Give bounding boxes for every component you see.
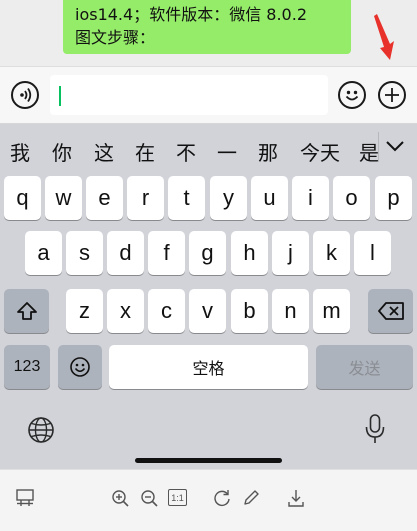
actual-size-button[interactable]: 1:1 bbox=[168, 489, 187, 506]
key-j[interactable]: j bbox=[272, 231, 309, 275]
shift-key[interactable] bbox=[4, 289, 49, 333]
text-cursor bbox=[59, 86, 61, 106]
candidate-word[interactable]: 我 bbox=[10, 137, 30, 166]
key-z[interactable]: z bbox=[66, 289, 103, 333]
edit-icon[interactable] bbox=[241, 488, 261, 508]
candidate-word[interactable]: 在 bbox=[135, 137, 155, 166]
emoji-icon bbox=[70, 357, 90, 377]
shift-icon bbox=[16, 302, 37, 320]
message-bubble[interactable]: ios14.4；软件版本：微信 8.0.2 图文步骤： bbox=[63, 0, 351, 54]
key-t[interactable]: t bbox=[168, 176, 205, 220]
candidate-bar: 我 你 这 在 不 一 那 今天 是 bbox=[0, 124, 417, 168]
key-c[interactable]: c bbox=[148, 289, 185, 333]
key-e[interactable]: e bbox=[86, 176, 123, 220]
message-line-2: 图文步骤： bbox=[75, 28, 156, 47]
download-icon[interactable] bbox=[286, 488, 306, 508]
key-i[interactable]: i bbox=[292, 176, 329, 220]
key-g[interactable]: g bbox=[189, 231, 226, 275]
key-w[interactable]: w bbox=[45, 176, 82, 220]
numbers-key[interactable]: 123 bbox=[4, 345, 50, 389]
key-q[interactable]: q bbox=[4, 176, 41, 220]
chevron-down-icon bbox=[386, 141, 404, 152]
microphone-icon[interactable] bbox=[364, 413, 386, 445]
key-d[interactable]: d bbox=[107, 231, 144, 275]
layout-icon[interactable] bbox=[15, 488, 35, 508]
globe-icon[interactable] bbox=[27, 416, 55, 444]
space-key[interactable]: 空格 bbox=[109, 345, 308, 389]
key-h[interactable]: h bbox=[231, 231, 268, 275]
emoji-icon bbox=[345, 90, 359, 101]
key-a[interactable]: a bbox=[25, 231, 62, 275]
backspace-icon bbox=[377, 302, 404, 320]
key-r[interactable]: r bbox=[127, 176, 164, 220]
candidate-word[interactable]: 这 bbox=[94, 137, 114, 166]
key-x[interactable]: x bbox=[107, 289, 144, 333]
message-input[interactable] bbox=[50, 75, 328, 115]
home-indicator bbox=[135, 458, 282, 463]
emoji-key[interactable] bbox=[58, 345, 102, 389]
red-arrow-annotation bbox=[374, 14, 394, 60]
emoji-button[interactable] bbox=[338, 81, 366, 109]
expand-candidates-button[interactable] bbox=[384, 138, 406, 154]
key-k[interactable]: k bbox=[313, 231, 350, 275]
voice-icon bbox=[20, 87, 32, 103]
key-y[interactable]: y bbox=[210, 176, 247, 220]
key-u[interactable]: u bbox=[251, 176, 288, 220]
key-o[interactable]: o bbox=[333, 176, 370, 220]
zoom-out-icon[interactable] bbox=[139, 488, 159, 508]
key-b[interactable]: b bbox=[231, 289, 268, 333]
zoom-in-icon[interactable] bbox=[110, 488, 130, 508]
message-line-1: ios14.4；软件版本：微信 8.0.2 bbox=[75, 5, 307, 24]
plus-icon bbox=[385, 88, 399, 102]
key-s[interactable]: s bbox=[66, 231, 103, 275]
message-input-bar bbox=[0, 66, 417, 124]
candidate-word[interactable]: 是 bbox=[359, 137, 378, 166]
voice-button[interactable] bbox=[11, 81, 39, 109]
rotate-icon[interactable] bbox=[212, 488, 232, 508]
key-f[interactable]: f bbox=[148, 231, 185, 275]
key-m[interactable]: m bbox=[313, 289, 350, 333]
backspace-key[interactable] bbox=[368, 289, 413, 333]
key-p[interactable]: p bbox=[375, 176, 412, 220]
key-l[interactable]: l bbox=[354, 231, 391, 275]
candidate-list: 我 你 这 在 不 一 那 今天 是 bbox=[0, 124, 378, 168]
candidate-divider bbox=[378, 132, 379, 162]
key-v[interactable]: v bbox=[189, 289, 226, 333]
candidate-word[interactable]: 不 bbox=[176, 137, 196, 166]
more-button[interactable] bbox=[378, 81, 406, 109]
candidate-word[interactable]: 你 bbox=[52, 137, 72, 166]
key-n[interactable]: n bbox=[272, 289, 309, 333]
bottom-toolbar: 1:1 bbox=[0, 469, 417, 531]
chat-area: ios14.4；软件版本：微信 8.0.2 图文步骤： bbox=[0, 0, 417, 66]
send-key[interactable]: 发送 bbox=[316, 345, 413, 389]
candidate-word[interactable]: 一 bbox=[217, 137, 237, 166]
candidate-word[interactable]: 那 bbox=[258, 137, 278, 166]
candidate-word[interactable]: 今天 bbox=[300, 137, 340, 166]
